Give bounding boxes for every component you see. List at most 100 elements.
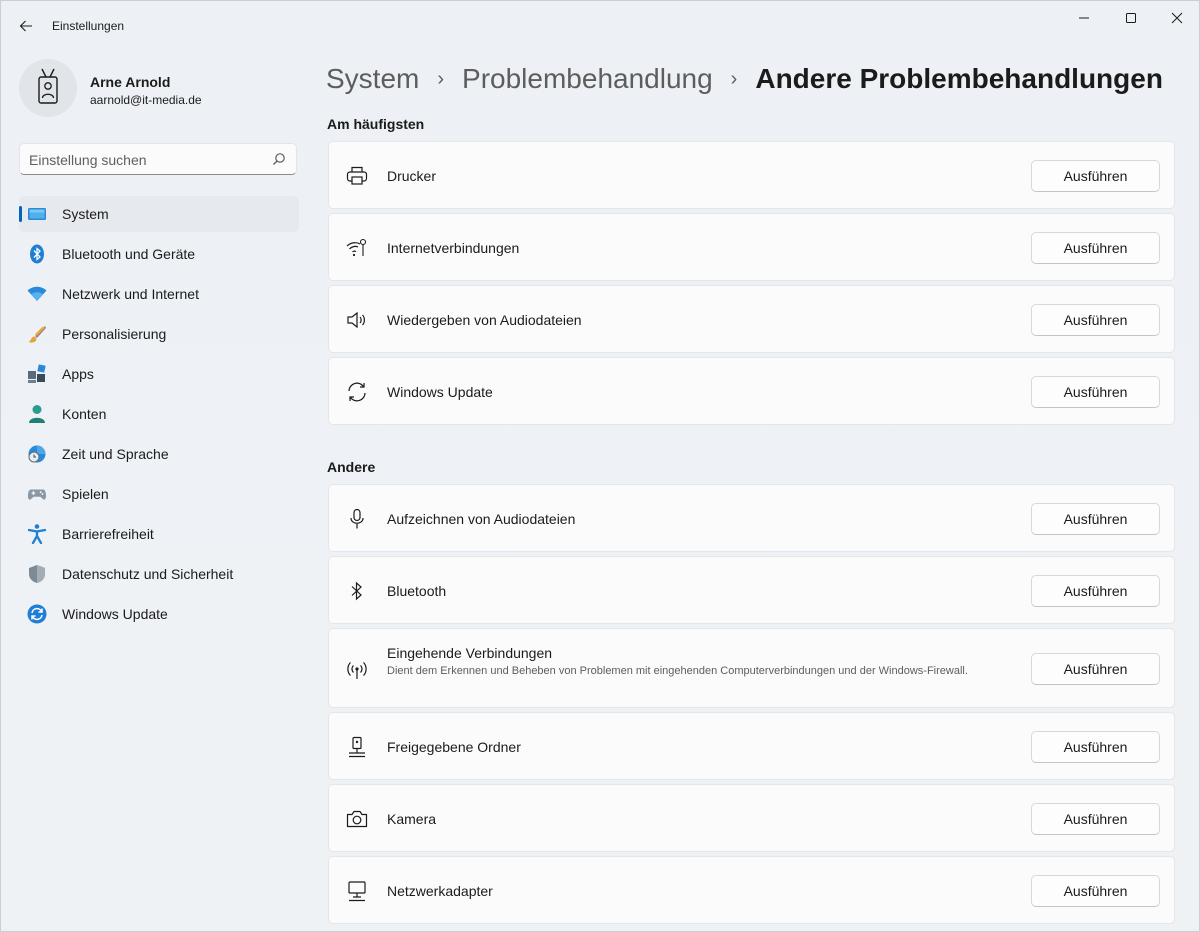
shield-icon	[27, 564, 47, 584]
user-profile[interactable]: Arne Arnold aarnold@it-media.de	[19, 59, 299, 121]
chevron-right-icon: ›	[730, 67, 738, 90]
close-icon	[1171, 12, 1183, 24]
settings-window: Einstellungen Arne Arnold aarnold@it-med…	[0, 0, 1200, 932]
run-button[interactable]: Ausführen	[1031, 875, 1160, 907]
profile-name: Arne Arnold	[90, 74, 171, 90]
run-button[interactable]: Ausführen	[1031, 575, 1160, 607]
sidebar-item-label: Konten	[62, 406, 107, 422]
run-button[interactable]: Ausführen	[1031, 503, 1160, 535]
card-title: Internetverbindungen	[387, 240, 520, 256]
search-icon[interactable]	[272, 152, 286, 166]
run-button[interactable]: Ausführen	[1031, 731, 1160, 763]
avatar	[19, 59, 77, 117]
run-button[interactable]: Ausführen	[1031, 160, 1160, 192]
shared-folder-icon	[345, 735, 369, 759]
sidebar-item-label: Apps	[62, 366, 94, 382]
run-button[interactable]: Ausführen	[1031, 803, 1160, 835]
troubleshooter-card: Eingehende Verbindungen Dient dem Erkenn…	[328, 628, 1175, 708]
sidebar-item-label: Netzwerk und Internet	[62, 286, 199, 302]
gamepad-icon	[27, 484, 47, 504]
troubleshooter-card: Freigegebene Ordner Ausführen	[328, 712, 1175, 780]
sidebar-item-apps[interactable]: Apps	[19, 356, 299, 392]
microphone-icon	[345, 507, 369, 531]
internet-connection-icon	[345, 236, 369, 260]
troubleshooter-card: Kamera Ausführen	[328, 784, 1175, 852]
time-language-icon	[27, 444, 47, 464]
account-icon	[27, 404, 47, 424]
back-button[interactable]	[11, 11, 41, 41]
minimize-button[interactable]	[1061, 1, 1107, 35]
sidebar-item-windows-update[interactable]: Windows Update	[19, 596, 299, 632]
sidebar-item-accessibility[interactable]: Barrierefreiheit	[19, 516, 299, 552]
breadcrumb-troubleshoot[interactable]: Problembehandlung	[462, 63, 713, 95]
sidebar-item-gaming[interactable]: Spielen	[19, 476, 299, 512]
windows-update-icon	[27, 604, 47, 624]
network-adapter-icon	[345, 879, 369, 903]
card-title: Freigegebene Ordner	[387, 739, 521, 755]
chevron-right-icon: ›	[437, 67, 445, 90]
refresh-icon	[345, 380, 369, 404]
run-button[interactable]: Ausführen	[1031, 376, 1160, 408]
sidebar-item-label: System	[62, 206, 109, 222]
camera-icon	[345, 807, 369, 831]
bluetooth-icon	[345, 579, 369, 603]
troubleshooter-card: Windows Update Ausführen	[328, 357, 1175, 425]
apps-icon	[27, 364, 47, 384]
sidebar-item-system[interactable]: System	[19, 196, 299, 232]
search-input[interactable]	[29, 152, 259, 168]
sidebar-item-bluetooth[interactable]: Bluetooth und Geräte	[19, 236, 299, 272]
speaker-icon	[345, 308, 369, 332]
id-badge-icon	[38, 68, 58, 104]
card-title: Aufzeichnen von Audiodateien	[387, 511, 576, 527]
back-arrow-icon	[19, 20, 32, 32]
troubleshooter-card: Bluetooth Ausführen	[328, 556, 1175, 624]
sidebar-item-network[interactable]: Netzwerk und Internet	[19, 276, 299, 312]
profile-email: aarnold@it-media.de	[90, 93, 202, 107]
app-title: Einstellungen	[52, 19, 125, 33]
troubleshooter-card: Internetverbindungen Ausführen	[328, 213, 1175, 281]
bluetooth-icon	[27, 244, 47, 264]
card-description: Dient dem Erkennen und Beheben von Probl…	[387, 665, 968, 677]
sidebar-item-label: Personalisierung	[62, 326, 167, 342]
card-title: Eingehende Verbindungen	[387, 645, 553, 661]
run-button[interactable]: Ausführen	[1031, 653, 1160, 685]
card-title: Windows Update	[387, 384, 493, 400]
system-icon	[27, 204, 47, 224]
troubleshooter-card: Drucker Ausführen	[328, 141, 1175, 209]
minimize-icon	[1079, 17, 1089, 19]
sidebar-item-accounts[interactable]: Konten	[19, 396, 299, 432]
run-button[interactable]: Ausführen	[1031, 232, 1160, 264]
section-title-frequent: Am häufigsten	[327, 116, 425, 132]
breadcrumb: System › Problembehandlung › Andere Prob…	[326, 59, 1163, 99]
sidebar-item-label: Spielen	[62, 486, 109, 502]
incoming-connection-icon	[345, 658, 369, 682]
sidebar-nav: System Bluetooth und Geräte Netzwerk und…	[19, 196, 299, 636]
breadcrumb-system[interactable]: System	[326, 63, 419, 95]
troubleshooter-card: Netzwerkadapter Ausführen	[328, 856, 1175, 924]
troubleshooter-card: Aufzeichnen von Audiodateien Ausführen	[328, 484, 1175, 552]
page-title: Andere Problembehandlungen	[755, 63, 1163, 94]
maximize-button[interactable]	[1108, 1, 1154, 35]
sidebar-item-personalization[interactable]: Personalisierung	[19, 316, 299, 352]
card-title: Drucker	[387, 168, 437, 184]
sidebar-item-time-language[interactable]: Zeit und Sprache	[19, 436, 299, 472]
card-title: Netzwerkadapter	[387, 883, 493, 899]
troubleshooter-card: Wiedergeben von Audiodateien Ausführen	[328, 285, 1175, 353]
sidebar-item-label: Barrierefreiheit	[62, 526, 154, 542]
card-title: Kamera	[387, 811, 437, 827]
close-button[interactable]	[1154, 1, 1199, 35]
sidebar-item-label: Windows Update	[62, 606, 168, 622]
title-bar: Einstellungen	[1, 1, 1199, 49]
sidebar-item-privacy[interactable]: Datenschutz und Sicherheit	[19, 556, 299, 592]
card-title: Wiedergeben von Audiodateien	[387, 312, 582, 328]
section-title-other: Andere	[327, 459, 376, 475]
sidebar-item-label: Datenschutz und Sicherheit	[62, 566, 234, 582]
sidebar-item-label: Bluetooth und Geräte	[62, 246, 196, 262]
search-box[interactable]	[19, 143, 297, 175]
sidebar-item-label: Zeit und Sprache	[62, 446, 169, 462]
run-button[interactable]: Ausführen	[1031, 304, 1160, 336]
maximize-icon	[1126, 13, 1136, 23]
printer-icon	[345, 164, 369, 188]
accessibility-icon	[27, 524, 47, 544]
card-title: Bluetooth	[387, 583, 447, 599]
